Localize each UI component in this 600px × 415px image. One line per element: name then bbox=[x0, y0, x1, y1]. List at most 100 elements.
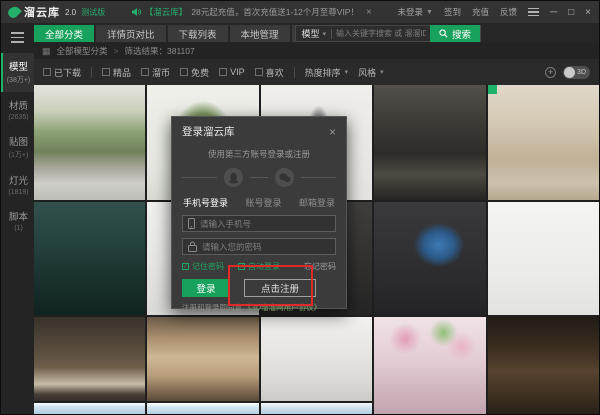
breadcrumb-root[interactable]: 全部模型分类 bbox=[57, 45, 108, 57]
thumbnail-partial-next-row[interactable] bbox=[261, 403, 372, 415]
thumbnail-zen-display-shelves[interactable] bbox=[488, 85, 599, 200]
maximize-button[interactable]: □ bbox=[568, 7, 574, 18]
speaker-icon bbox=[131, 7, 141, 17]
tab-detail-compare[interactable]: 详情页对比 bbox=[96, 25, 166, 42]
sidebar-item-lights[interactable]: 灯光 (1819) bbox=[1, 167, 34, 203]
style-dropdown[interactable]: 风格 ▾ bbox=[358, 66, 384, 79]
sidebar-item-label: 脚本 bbox=[9, 212, 28, 223]
qq-icon bbox=[228, 172, 239, 184]
auto-login-checkbox[interactable]: ✓ bbox=[238, 263, 245, 270]
filterbar-right: + 3D bbox=[545, 66, 590, 79]
search-bar: 模型 ▾ 搜索 bbox=[295, 25, 481, 42]
announcement-tag: 【溜云库】 bbox=[145, 6, 188, 18]
breadcrumb-result-count: 筛选结果：381107 bbox=[125, 45, 195, 57]
checkbox-icon bbox=[180, 68, 188, 76]
agreement-link[interactable]: 《3D溜溜网用户协议》 bbox=[244, 303, 321, 312]
login-status-menu[interactable]: 未登录 ▼ bbox=[398, 6, 433, 18]
forgot-password-link[interactable]: 忘记密码 bbox=[304, 261, 336, 272]
sidebar-item-textures[interactable]: 贴图 (1万+) bbox=[1, 128, 34, 167]
app-edition: 测试版 bbox=[81, 7, 105, 18]
sidebar-item-count: (2635) bbox=[3, 114, 34, 121]
search-input[interactable] bbox=[332, 29, 430, 38]
sidebar-item-scripts[interactable]: 脚本 (1) bbox=[1, 203, 34, 239]
main-menu-icon[interactable] bbox=[528, 8, 539, 17]
thumbnail-white-grab-bars[interactable] bbox=[488, 202, 599, 315]
remember-password-checkbox[interactable]: ✓ bbox=[182, 263, 189, 270]
dialog-header: 登录溜云库 × bbox=[182, 124, 336, 139]
app-logo-icon bbox=[6, 4, 22, 20]
checkbox-icon bbox=[219, 68, 227, 76]
search-button-label: 搜索 bbox=[452, 27, 471, 41]
tab-local-manage[interactable]: 本地管理 bbox=[230, 25, 290, 42]
chevron-down-icon: ▾ bbox=[345, 68, 349, 76]
thumbnail-white-wardrobe-cabinet[interactable] bbox=[261, 317, 372, 401]
login-button[interactable]: 登录 bbox=[182, 279, 230, 297]
filter-downloaded[interactable]: 已下载 bbox=[43, 66, 81, 79]
filter-label: 精品 bbox=[113, 66, 131, 79]
thumbnail-wedding-balloon-arch[interactable] bbox=[374, 317, 485, 415]
sidebar-item-label: 贴图 bbox=[9, 137, 28, 148]
tab-email-login[interactable]: 邮箱登录 bbox=[299, 196, 335, 209]
titlebar: 溜云库 2.0 测试版 【溜云库】 28元起充值，首次充值送1-12个月至尊VI… bbox=[1, 1, 599, 23]
tab-download-list[interactable]: 下载列表 bbox=[168, 25, 228, 42]
3d-preview-toggle[interactable]: 3D bbox=[563, 66, 590, 79]
filter-premium[interactable]: 精品 bbox=[102, 66, 131, 79]
filter-free[interactable]: 免费 bbox=[180, 66, 209, 79]
recharge-button[interactable]: 充值 bbox=[472, 6, 489, 18]
tab-account-login[interactable]: 账号登录 bbox=[245, 196, 281, 209]
phone-input[interactable] bbox=[200, 219, 330, 229]
sidebar-item-count: (1万+) bbox=[3, 150, 34, 160]
wechat-icon bbox=[279, 173, 291, 183]
checkin-button[interactable]: 签到 bbox=[444, 6, 461, 18]
breadcrumb: ▦ 全部模型分类 > 筛选结果：381107 bbox=[34, 43, 599, 59]
filter-vip[interactable]: VIP bbox=[219, 67, 245, 77]
filter-bar: 已下载 精品 溜币 免费 VIP 喜欢 热度排序 ▾ 风格 ▾ bbox=[34, 59, 599, 85]
auto-login-label: 自动登录 bbox=[248, 261, 280, 272]
thumbnail-dark-bedroom-scene[interactable] bbox=[374, 85, 485, 200]
filter-liked[interactable]: 喜欢 bbox=[255, 66, 284, 79]
sidebar-item-count: (38万+) bbox=[3, 75, 34, 85]
nav-bar: 全部分类 详情页对比 下载列表 本地管理 我的收藏 模型 ▾ 搜索 bbox=[34, 23, 599, 43]
toggle-label: 3D bbox=[577, 69, 586, 76]
wechat-login-button[interactable] bbox=[275, 168, 294, 187]
divider bbox=[250, 177, 268, 178]
dialog-title: 登录溜云库 bbox=[182, 124, 235, 139]
search-category-dropdown[interactable]: 模型 ▾ bbox=[296, 27, 331, 40]
filter-label: 喜欢 bbox=[266, 66, 284, 79]
search-button[interactable]: 搜索 bbox=[430, 25, 480, 42]
thumbnail-folding-screen-partition[interactable] bbox=[34, 317, 145, 401]
password-input[interactable] bbox=[202, 242, 330, 252]
login-dialog: 登录溜云库 × 使用第三方账号登录或注册 手机号登录 账号登录 邮箱登录 bbox=[171, 116, 347, 309]
sidebar-item-count: (1) bbox=[3, 225, 34, 232]
register-button[interactable]: 点击注册 bbox=[244, 279, 316, 297]
thumbnail-partial-next-row[interactable] bbox=[147, 403, 258, 415]
tab-all-categories[interactable]: 全部分类 bbox=[34, 25, 94, 42]
announcement-close-icon[interactable]: × bbox=[366, 7, 372, 18]
feedback-button[interactable]: 反馈 bbox=[500, 6, 517, 18]
divider bbox=[294, 67, 295, 78]
app-name: 溜云库 bbox=[24, 4, 60, 20]
hamburger-menu-icon[interactable] bbox=[11, 32, 24, 43]
sort-dropdown[interactable]: 热度排序 ▾ bbox=[305, 66, 349, 79]
login-status-label: 未登录 bbox=[398, 6, 424, 18]
login-method-tabs: 手机号登录 账号登录 邮箱登录 bbox=[182, 196, 336, 209]
thumbnail-teal-salon-interior[interactable] bbox=[34, 202, 145, 315]
search-category-label: 模型 bbox=[301, 27, 319, 40]
sidebar-item-materials[interactable]: 材质 (2635) bbox=[1, 92, 34, 128]
dialog-close-icon[interactable]: × bbox=[329, 127, 336, 137]
chevron-down-icon: ▼ bbox=[426, 9, 433, 16]
tab-phone-login[interactable]: 手机号登录 bbox=[183, 196, 228, 209]
window-close-button[interactable]: × bbox=[585, 7, 591, 18]
minimize-button[interactable]: ─ bbox=[550, 7, 557, 18]
thumbnail-wine-display-cabinet[interactable] bbox=[488, 317, 599, 415]
toggle-knob bbox=[564, 67, 575, 78]
thumbnail-treehouse-render[interactable] bbox=[34, 85, 145, 200]
thumbnail-marble-floor-hallway[interactable] bbox=[147, 317, 258, 401]
filter-coin[interactable]: 溜币 bbox=[141, 66, 170, 79]
sidebar-item-models[interactable]: 模型 (38万+) bbox=[1, 53, 34, 92]
thumbnail-partial-next-row[interactable] bbox=[34, 403, 145, 415]
qq-login-button[interactable] bbox=[224, 168, 243, 187]
add-icon[interactable]: + bbox=[545, 67, 556, 78]
sort-label: 热度排序 bbox=[305, 66, 341, 79]
thumbnail-dental-clinic-scene[interactable] bbox=[374, 202, 485, 315]
